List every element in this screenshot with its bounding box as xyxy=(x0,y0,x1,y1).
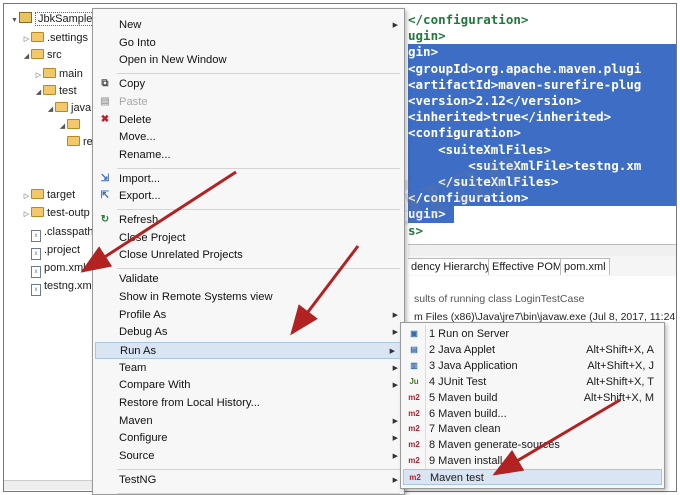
arrow-to-maven-test xyxy=(492,398,621,476)
annotation-arrows xyxy=(80,170,621,476)
arrow-to-pom xyxy=(80,170,237,273)
arrow-to-run-as xyxy=(290,245,360,336)
